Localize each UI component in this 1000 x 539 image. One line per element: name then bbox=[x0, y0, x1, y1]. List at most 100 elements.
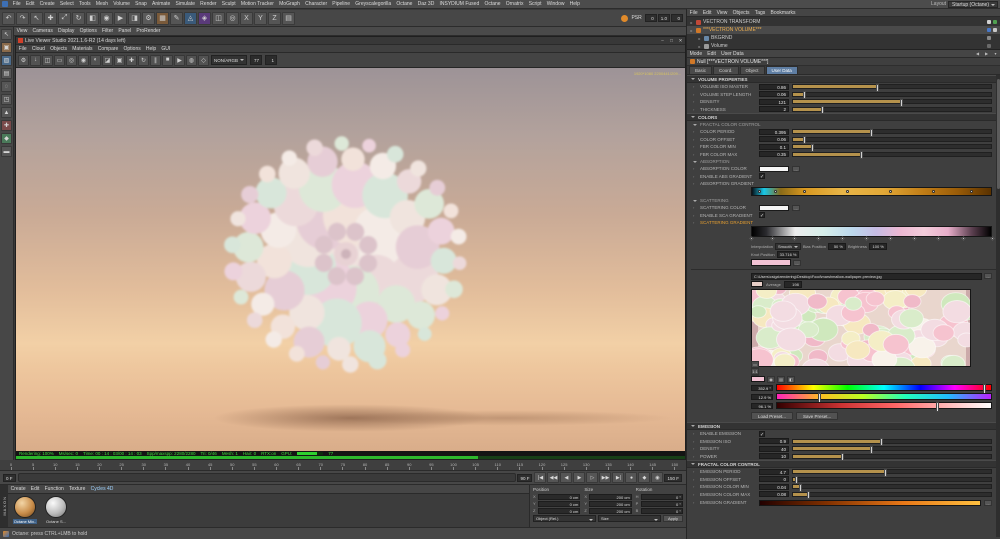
object-name[interactable]: BKGRND bbox=[711, 35, 985, 41]
attribute-menu-item[interactable]: Edit bbox=[705, 51, 719, 57]
gradient-knot[interactable] bbox=[888, 236, 893, 241]
coord-field[interactable]: 0 ° bbox=[640, 507, 683, 514]
toolbar-icon[interactable]: ◈ bbox=[198, 11, 211, 25]
viewport-menu-item[interactable]: View bbox=[14, 28, 30, 34]
attribute-menu-item[interactable]: Mode bbox=[687, 51, 705, 57]
knot-color-swatch[interactable] bbox=[751, 259, 791, 266]
viewer-toolbar-icon[interactable]: ↓ bbox=[30, 54, 41, 66]
toolbar-icon[interactable]: Z bbox=[268, 11, 281, 25]
transport-button[interactable]: ◀ bbox=[560, 472, 573, 483]
toolbar-icon[interactable]: ✎ bbox=[170, 11, 183, 25]
menu-item[interactable]: Pipeline bbox=[330, 1, 353, 7]
left-tool-icon[interactable]: ◳ bbox=[1, 94, 12, 105]
menu-item[interactable]: Animate bbox=[149, 1, 173, 7]
viewer-toolbar-icon[interactable]: ◐ bbox=[90, 54, 101, 66]
knot-position-field[interactable]: 33.716 % bbox=[776, 250, 800, 258]
material-menu-item[interactable]: Texture bbox=[66, 486, 88, 492]
left-tool-icon[interactable]: ↖ bbox=[1, 29, 12, 40]
expander-icon[interactable]: ▸ bbox=[697, 44, 702, 49]
parameter-slider[interactable] bbox=[792, 468, 992, 477]
viewer-menu-item[interactable]: Help bbox=[143, 46, 158, 52]
object-tag-icon[interactable] bbox=[987, 20, 991, 24]
viewer-toolbar-icon[interactable]: ▶ bbox=[174, 54, 185, 66]
emission-gradient-browse-button[interactable]: ... bbox=[984, 499, 992, 506]
material-item[interactable]: Octane Mix.. bbox=[12, 496, 38, 524]
coord-field[interactable]: 0 cm bbox=[538, 507, 581, 514]
viewport-menu-item[interactable]: Panel bbox=[116, 28, 134, 34]
transport-button[interactable]: |◀ bbox=[534, 472, 547, 483]
picker-mode-icon[interactable]: ◧ bbox=[787, 375, 795, 383]
viewport-menu-item[interactable]: Options bbox=[77, 28, 99, 34]
viewer-toolbar-icon[interactable]: ◪ bbox=[102, 54, 113, 66]
viewer-toolbar-icon[interactable]: ∥ bbox=[150, 54, 161, 66]
save-preset-button[interactable]: Save Preset... bbox=[796, 412, 839, 420]
parameter-value-field[interactable]: 40 bbox=[759, 445, 789, 452]
viewer-toolbar-icon[interactable]: ✚ bbox=[126, 54, 137, 66]
object-tag-icon[interactable] bbox=[987, 44, 991, 48]
left-tool-icon[interactable]: ▤ bbox=[1, 68, 12, 79]
expander-icon[interactable]: ▸ bbox=[697, 36, 702, 41]
viewer-menu-item[interactable]: Compare bbox=[95, 46, 121, 52]
picker-value-field[interactable]: 12.9 % bbox=[751, 393, 773, 400]
toolbar-icon[interactable]: ◨ bbox=[128, 11, 141, 25]
menu-item[interactable]: MoGraph bbox=[277, 1, 303, 7]
left-tool-icon[interactable]: ▲ bbox=[1, 107, 12, 118]
toolbar-icon[interactable]: Y bbox=[254, 11, 267, 25]
absorption-color-swatch[interactable] bbox=[759, 166, 789, 172]
object-tree-row[interactable]: ▸ Volume bbox=[687, 42, 1000, 50]
toolbar-icon[interactable]: ◫ bbox=[212, 11, 225, 25]
object-tag-icon[interactable] bbox=[993, 36, 997, 40]
emission-gradient-bar[interactable] bbox=[759, 499, 981, 506]
menu-item[interactable]: Sculpt bbox=[219, 1, 238, 7]
object-tree-row[interactable]: ▸ ***VECTRON VOLUME*** bbox=[687, 26, 1000, 34]
gradient-knot[interactable] bbox=[748, 236, 754, 241]
window-button[interactable]: □ bbox=[667, 37, 676, 44]
toolbar-icon[interactable]: ◬ bbox=[184, 11, 197, 25]
toolbar-icon[interactable]: ◎ bbox=[226, 11, 239, 25]
object-tag-icon[interactable] bbox=[993, 44, 997, 48]
texture-preview-frame[interactable] bbox=[751, 289, 971, 367]
parameter-value-field[interactable]: 0.04 bbox=[759, 483, 789, 490]
object-tag-icon[interactable] bbox=[987, 28, 991, 32]
object-name[interactable]: Volume bbox=[711, 43, 985, 49]
menu-item[interactable]: Simulate bbox=[173, 1, 198, 7]
toolbar-icon[interactable]: ▶ bbox=[114, 11, 127, 25]
menu-item[interactable]: Ornatrix bbox=[503, 1, 526, 7]
material-item[interactable]: Octane S... bbox=[43, 496, 69, 524]
gradient-knot[interactable] bbox=[774, 190, 778, 193]
scattering-color-swatch[interactable] bbox=[759, 205, 789, 211]
coord-size-dropdown[interactable]: Size bbox=[598, 515, 661, 522]
gradient-knot[interactable] bbox=[816, 236, 821, 241]
parameter-value-field[interactable]: 2 bbox=[759, 106, 789, 113]
parameter-value-field[interactable]: 4.7 bbox=[759, 468, 789, 475]
parameter-value-field[interactable]: 0.395 bbox=[759, 128, 789, 135]
picker-value-field[interactable]: 352.9 ° bbox=[751, 384, 773, 391]
parameter-slider[interactable] bbox=[792, 151, 992, 160]
viewer-toolbar-icon[interactable]: ◍ bbox=[186, 54, 197, 66]
gradient-knot[interactable] bbox=[970, 190, 974, 193]
object-tag-icon[interactable] bbox=[987, 36, 991, 40]
parameter-slider[interactable] bbox=[792, 98, 992, 107]
menu-item[interactable]: Character bbox=[303, 1, 330, 7]
section-volume-properties[interactable]: VOLUME PROPERTIES bbox=[687, 75, 1000, 83]
viewer-toolbar-icon[interactable]: ■ bbox=[162, 54, 173, 66]
gradient-knot[interactable] bbox=[803, 190, 807, 193]
parameter-slider[interactable] bbox=[792, 453, 992, 462]
parameter-value-field[interactable]: 10 bbox=[759, 453, 789, 460]
object-tag-icon[interactable] bbox=[993, 20, 997, 24]
menu-item[interactable]: Volume bbox=[111, 1, 133, 7]
menu-item[interactable]: Daz 3D bbox=[415, 1, 437, 7]
interpolation-dropdown[interactable]: Smooth bbox=[775, 242, 801, 250]
parameter-value-field[interactable]: 0.06 bbox=[759, 136, 789, 143]
menu-item[interactable]: Script bbox=[526, 1, 544, 7]
menu-item[interactable]: Mesh bbox=[93, 1, 110, 7]
viewport-menu-item[interactable]: Filter bbox=[99, 28, 115, 34]
enable-emission-checkbox[interactable]: ✓ bbox=[759, 430, 765, 438]
start-frame-field[interactable]: 0 F bbox=[3, 473, 16, 482]
load-preset-button[interactable]: Load Preset... bbox=[751, 412, 794, 420]
menu-item[interactable]: Render bbox=[198, 1, 220, 7]
transport-button[interactable]: ▷ bbox=[586, 472, 599, 483]
viewer-toolbar-icon[interactable]: ▭ bbox=[54, 54, 65, 66]
coord-mode-dropdown[interactable]: Object (Rel.) bbox=[533, 515, 596, 522]
viewer-menu-item[interactable]: Objects bbox=[48, 46, 70, 52]
